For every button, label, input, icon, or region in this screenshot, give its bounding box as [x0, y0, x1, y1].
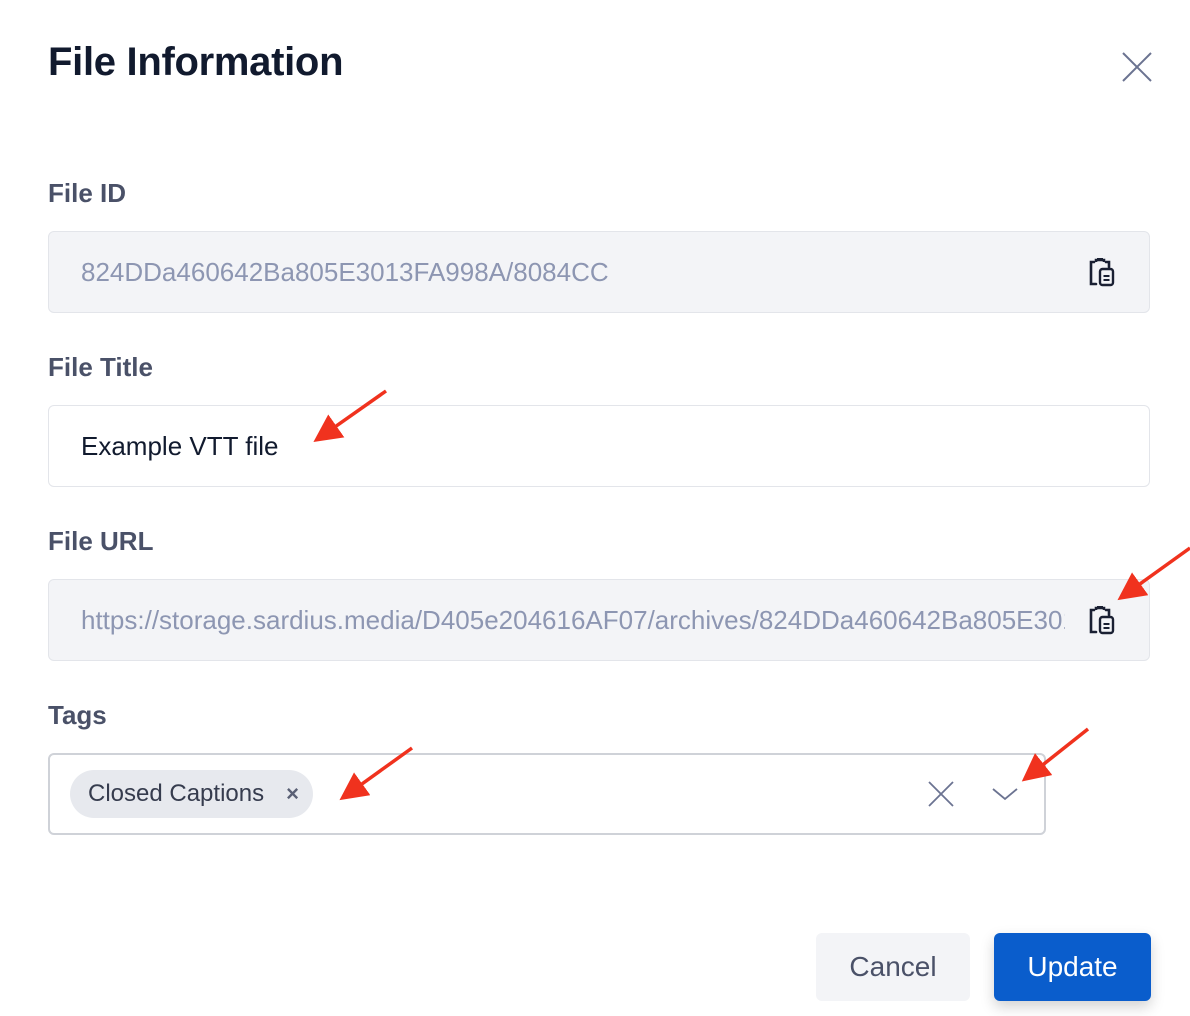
chevron-down-icon: [992, 788, 1018, 801]
file-url-label: File URL: [48, 526, 154, 556]
file-title-value: Example VTT file: [81, 430, 279, 461]
file-url-field[interactable]: https://storage.sardius.media/D405e20461…: [48, 579, 1150, 661]
clipboard-icon: [1089, 606, 1115, 635]
file-information-dialog: File Information File ID 824DDa460642Ba8…: [0, 0, 1190, 1016]
copy-file-id-button[interactable]: [1085, 256, 1117, 288]
tag-chip-label: Closed Captions: [88, 780, 265, 807]
tags-dropdown-toggle[interactable]: [990, 779, 1020, 809]
tags-select[interactable]: Closed Captions ×: [48, 753, 1046, 835]
tag-chip: Closed Captions ×: [70, 770, 313, 818]
file-id-value: 824DDa460642Ba805E3013FA998A/8084CC: [81, 256, 609, 287]
file-url-value: https://storage.sardius.media/D405e20461…: [81, 604, 1065, 635]
tag-remove-button[interactable]: ×: [286, 781, 299, 807]
file-id-label: File ID: [48, 178, 127, 208]
clear-tags-button[interactable]: [926, 779, 956, 809]
file-id-field[interactable]: 824DDa460642Ba805E3013FA998A/8084CC: [48, 231, 1150, 313]
close-icon: [1122, 52, 1152, 82]
cancel-button[interactable]: Cancel: [816, 933, 970, 1001]
dialog-title: File Information: [48, 40, 344, 84]
close-button[interactable]: [1120, 50, 1154, 84]
update-button[interactable]: Update: [994, 933, 1151, 1001]
annotation-arrows: [313, 389, 1190, 801]
clear-icon: [928, 781, 954, 807]
tags-label: Tags: [48, 700, 107, 730]
clipboard-icon: [1089, 258, 1115, 287]
copy-file-url-button[interactable]: [1085, 604, 1117, 636]
file-title-input[interactable]: Example VTT file: [48, 405, 1150, 487]
file-title-label: File Title: [48, 352, 153, 382]
